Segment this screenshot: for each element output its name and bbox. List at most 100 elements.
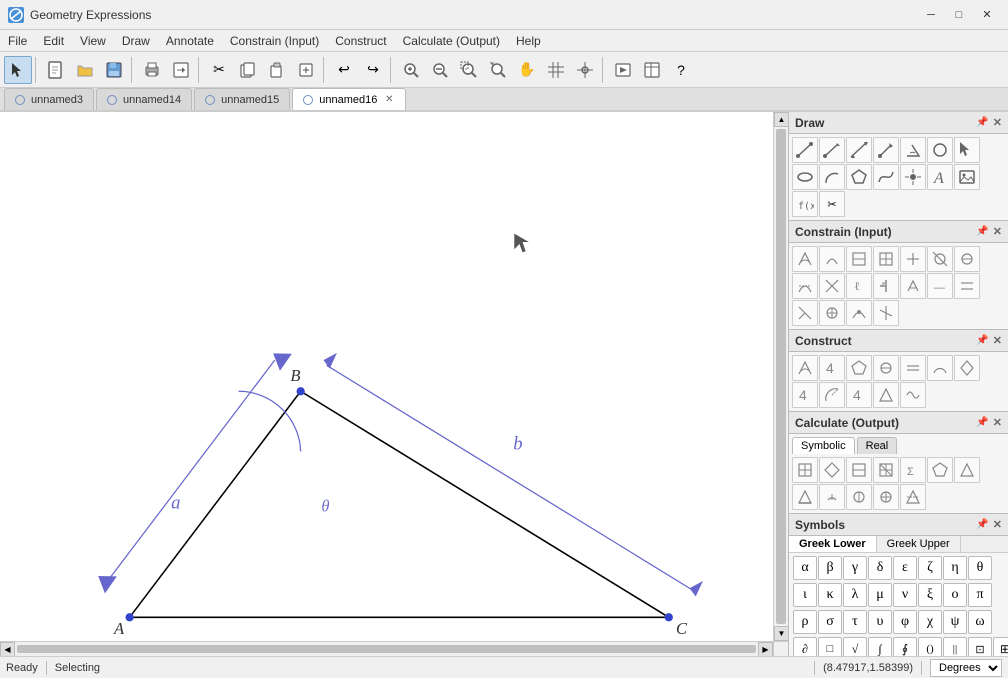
construct-tool-12[interactable] bbox=[900, 382, 926, 408]
toolbar-select[interactable] bbox=[4, 56, 32, 84]
menu-help[interactable]: Help bbox=[508, 30, 549, 51]
calc-tool-4[interactable] bbox=[873, 457, 899, 483]
calculate-panel-pin[interactable]: 📌 bbox=[976, 417, 988, 428]
calc-tab-symbolic[interactable]: Symbolic bbox=[792, 437, 855, 454]
constrain-tool-16[interactable] bbox=[819, 300, 845, 326]
symbols-panel-close[interactable]: ✕ bbox=[993, 518, 1002, 531]
construct-tool-2[interactable]: 4 bbox=[819, 355, 845, 381]
toolbar-snap[interactable] bbox=[571, 56, 599, 84]
construct-tool-9[interactable] bbox=[819, 382, 845, 408]
sym-omega[interactable]: ω bbox=[968, 610, 992, 634]
toolbar-special[interactable] bbox=[292, 56, 320, 84]
tab-close-unnamed16[interactable]: ✕ bbox=[383, 94, 395, 106]
toolbar-copy[interactable] bbox=[234, 56, 262, 84]
scroll-thumb-x[interactable] bbox=[17, 645, 756, 653]
constrain-tool-12[interactable] bbox=[900, 273, 926, 299]
constrain-tool-6[interactable] bbox=[927, 246, 953, 272]
calc-tool-6[interactable] bbox=[927, 457, 953, 483]
draw-tool-ray[interactable] bbox=[819, 137, 845, 163]
constrain-tool-15[interactable] bbox=[792, 300, 818, 326]
draw-tool-circle[interactable] bbox=[927, 137, 953, 163]
draw-tool-segment[interactable] bbox=[792, 137, 818, 163]
toolbar-grid[interactable] bbox=[542, 56, 570, 84]
toolbar-pan[interactable]: ✋ bbox=[513, 56, 541, 84]
sym-theta[interactable]: θ bbox=[968, 556, 992, 580]
toolbar-print[interactable] bbox=[138, 56, 166, 84]
sym-mu[interactable]: μ bbox=[868, 583, 892, 607]
scroll-up-arrow[interactable]: ▲ bbox=[774, 112, 788, 127]
draw-tool-arc[interactable] bbox=[819, 164, 845, 190]
toolbar-help[interactable]: ? bbox=[667, 56, 695, 84]
calc-tool-11[interactable] bbox=[873, 484, 899, 510]
sym-contour[interactable]: ∮ bbox=[893, 637, 917, 656]
sym-parens[interactable]: () bbox=[918, 637, 942, 656]
draw-panel-pin[interactable]: 📌 bbox=[976, 117, 988, 128]
draw-tool-function[interactable]: f(x) bbox=[792, 191, 818, 217]
construct-panel-pin[interactable]: 📌 bbox=[976, 335, 988, 346]
sym-sqrt[interactable]: √ bbox=[843, 637, 867, 656]
constrain-tool-7[interactable] bbox=[954, 246, 980, 272]
sym-phi[interactable]: φ bbox=[893, 610, 917, 634]
scroll-thumb-y[interactable] bbox=[776, 129, 786, 624]
toolbar-redo[interactable]: ↪ bbox=[359, 56, 387, 84]
constrain-tool-10[interactable]: ℓ bbox=[846, 273, 872, 299]
toolbar-save[interactable] bbox=[100, 56, 128, 84]
constrain-panel-pin[interactable]: 📌 bbox=[976, 226, 988, 237]
sym-psi[interactable]: ψ bbox=[943, 610, 967, 634]
calc-tool-9[interactable] bbox=[819, 484, 845, 510]
draw-tool-image[interactable] bbox=[954, 164, 980, 190]
draw-tool-arrow[interactable] bbox=[954, 137, 980, 163]
calc-tool-2[interactable] bbox=[819, 457, 845, 483]
sym-lambda[interactable]: λ bbox=[843, 583, 867, 607]
toolbar-open[interactable] bbox=[71, 56, 99, 84]
menu-file[interactable]: File bbox=[0, 30, 35, 51]
constrain-tool-14[interactable] bbox=[954, 273, 980, 299]
construct-tool-3[interactable] bbox=[846, 355, 872, 381]
sym-iota[interactable]: ι bbox=[793, 583, 817, 607]
draw-tool-line[interactable] bbox=[846, 137, 872, 163]
calc-tool-1[interactable] bbox=[792, 457, 818, 483]
calc-tool-10[interactable] bbox=[846, 484, 872, 510]
construct-tool-7[interactable] bbox=[954, 355, 980, 381]
construct-tool-5[interactable] bbox=[900, 355, 926, 381]
construct-tool-11[interactable] bbox=[873, 382, 899, 408]
tab-unnamed16[interactable]: unnamed16 ✕ bbox=[292, 88, 406, 110]
menu-construct[interactable]: Construct bbox=[327, 30, 394, 51]
toolbar-zoom-out[interactable] bbox=[426, 56, 454, 84]
toolbar-zoom-fit[interactable] bbox=[455, 56, 483, 84]
sym-beta[interactable]: β bbox=[818, 556, 842, 580]
draw-tool-poly[interactable] bbox=[846, 164, 872, 190]
sym-plus[interactable]: ⊞ bbox=[993, 637, 1008, 656]
sym-rho[interactable]: ρ bbox=[793, 610, 817, 634]
draw-tool-point[interactable] bbox=[900, 164, 926, 190]
sym-epsilon[interactable]: ε bbox=[893, 556, 917, 580]
sym-delta[interactable]: δ bbox=[868, 556, 892, 580]
draw-tool-text[interactable]: A bbox=[927, 164, 953, 190]
sym-gamma[interactable]: γ bbox=[843, 556, 867, 580]
sym-zeta[interactable]: ζ bbox=[918, 556, 942, 580]
tab-unnamed14[interactable]: unnamed14 bbox=[96, 88, 192, 110]
constrain-tool-18[interactable] bbox=[873, 300, 899, 326]
calc-tool-8[interactable] bbox=[792, 484, 818, 510]
construct-tool-8[interactable]: 4 bbox=[792, 382, 818, 408]
menu-constrain[interactable]: Constrain (Input) bbox=[222, 30, 327, 51]
constrain-tool-1[interactable] bbox=[792, 246, 818, 272]
menu-view[interactable]: View bbox=[72, 30, 114, 51]
toolbar-cut[interactable]: ✂ bbox=[205, 56, 233, 84]
menu-draw[interactable]: Draw bbox=[114, 30, 158, 51]
constrain-tool-11[interactable] bbox=[873, 273, 899, 299]
toolbar-paste[interactable] bbox=[263, 56, 291, 84]
scrollbar-vertical[interactable]: ▲ ▼ bbox=[773, 112, 788, 641]
sym-integral[interactable]: ∫ bbox=[868, 637, 892, 656]
sym-chi[interactable]: χ bbox=[918, 610, 942, 634]
toolbar-new[interactable] bbox=[42, 56, 70, 84]
sym-pi[interactable]: π bbox=[968, 583, 992, 607]
constrain-tool-3[interactable] bbox=[846, 246, 872, 272]
constrain-tool-5[interactable] bbox=[900, 246, 926, 272]
sym-sigma[interactable]: σ bbox=[818, 610, 842, 634]
calc-tool-7[interactable] bbox=[954, 457, 980, 483]
sym-norm[interactable]: || bbox=[943, 637, 967, 656]
angle-unit-select[interactable]: Degrees Radians bbox=[930, 659, 1002, 677]
construct-panel-close[interactable]: ✕ bbox=[993, 334, 1002, 347]
geometry-canvas[interactable]: A B C a b θ bbox=[0, 112, 788, 656]
